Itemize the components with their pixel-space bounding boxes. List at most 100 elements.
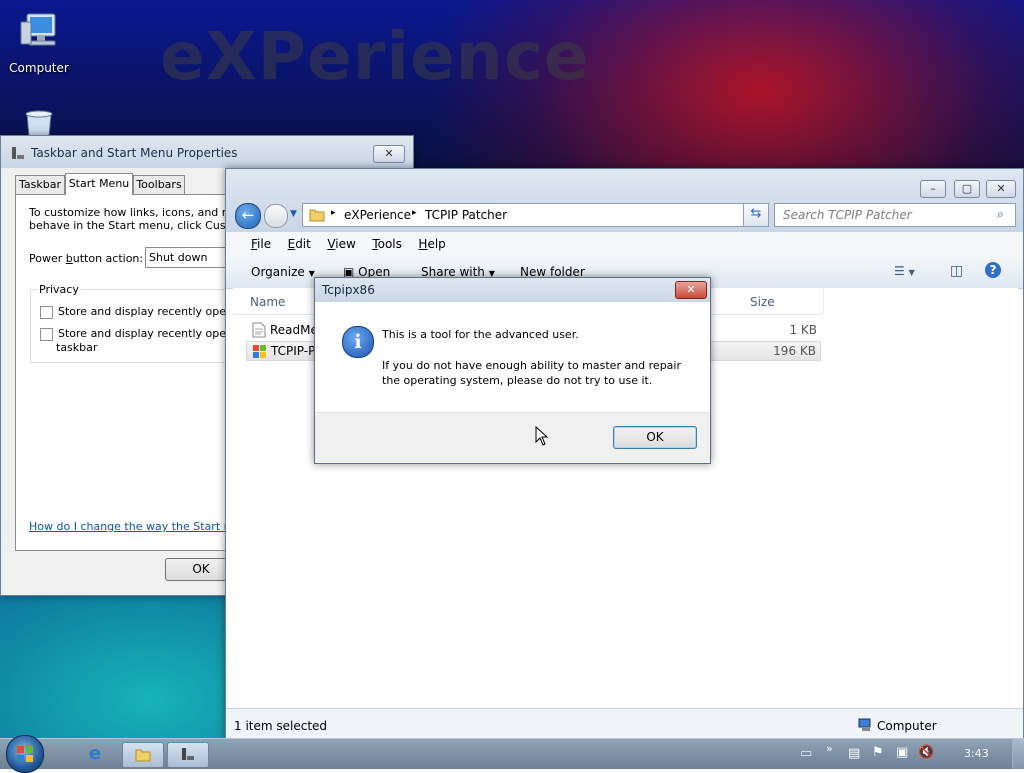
start-button[interactable] (6, 735, 44, 773)
menu-view[interactable]: View (327, 237, 355, 251)
privacy-option-items[interactable]: Store and display recently opened i task… (40, 327, 240, 354)
power-label-post: utton action: (72, 252, 144, 265)
explorer-taskbar-button[interactable] (122, 742, 164, 768)
dialog-close-button[interactable]: ✕ (675, 281, 707, 299)
organize-label: Organize (251, 265, 305, 279)
organize-button[interactable]: Organize ▼ (251, 265, 315, 279)
tab-start-menu[interactable]: Start Menu (65, 173, 133, 195)
breadcrumb-experience[interactable]: eXPerience (344, 208, 411, 222)
menu-view-text: iew (335, 237, 356, 251)
search-box[interactable]: Search TCPIP Patcher ⌕ (774, 203, 1016, 227)
dialog-message-2b: the operating system, please do not try … (382, 374, 653, 387)
maximize-icon: ▢ (961, 182, 973, 195)
internet-explorer-icon: e (89, 743, 102, 764)
dialog-title: Tcpipx86 (322, 283, 375, 297)
properties-app-icon (11, 146, 25, 163)
maximize-button[interactable]: ▢ (954, 180, 980, 198)
help-link[interactable]: How do I change the way the Start menu (29, 520, 241, 533)
message-dialog: Tcpipx86 ✕ i This is a tool for the adva… (314, 277, 711, 464)
desktop-icon-computer[interactable]: Computer (4, 10, 74, 75)
network-computer-icon (858, 718, 873, 735)
dialog-message-2: If you do not have enough ability to mas… (382, 358, 681, 388)
show-hidden-icons[interactable]: » (826, 742, 833, 755)
status-bar: 1 item selected Computer (226, 708, 1023, 739)
checkbox[interactable] (40, 327, 53, 341)
preview-pane-icon[interactable]: ◫ (950, 263, 963, 279)
privacy-option-programs[interactable]: Store and display recently opened p (40, 305, 240, 319)
show-desktop-button[interactable] (1012, 739, 1024, 769)
folder-icon (309, 207, 325, 225)
menu-edit-text: dit (295, 237, 311, 251)
back-button[interactable]: ← (235, 203, 261, 229)
tab-toolbars[interactable]: Toolbars (133, 175, 185, 194)
minimize-icon: – (930, 182, 936, 195)
close-icon: ✕ (384, 147, 394, 160)
menu-file[interactable]: File (251, 237, 271, 251)
dialog-ok-button[interactable]: OK (613, 426, 697, 449)
desktop-watermark: eXPerience (160, 18, 590, 95)
history-dropdown-icon[interactable]: ▼ (290, 209, 297, 219)
column-name[interactable]: Name (250, 295, 285, 309)
checkbox[interactable] (40, 305, 53, 319)
search-placeholder: Search TCPIP Patcher (783, 208, 912, 222)
file-name: ReadMe (270, 323, 318, 337)
desktop-toolbar-icon[interactable]: ▭ (800, 746, 812, 761)
description-line-2: behave in the Start menu, click Customiz… (29, 219, 239, 232)
menu-edit[interactable]: Edit (288, 237, 311, 251)
power-label-mnemonic: b (65, 252, 73, 265)
mouse-cursor-icon (535, 426, 549, 446)
clock[interactable]: 3:43 (964, 747, 989, 760)
power-button-label: Power button action: (29, 252, 143, 265)
dialog-message-1: This is a tool for the advanced user. (382, 328, 579, 341)
close-icon: ✕ (996, 182, 1006, 195)
dialog-footer: OK (315, 412, 710, 463)
close-icon: ✕ (686, 283, 696, 296)
menu-help[interactable]: Help (418, 237, 445, 251)
views-icon[interactable]: ☰ ▼ (894, 264, 915, 278)
minimize-button[interactable]: – (920, 180, 946, 198)
column-size[interactable]: Size (750, 295, 775, 309)
chevron-right-icon: ▸ (412, 208, 417, 218)
back-arrow-icon: ← (241, 206, 255, 224)
file-size: 1 KB (789, 323, 817, 337)
refresh-icon: ⇆ (750, 206, 762, 221)
close-button[interactable]: ✕ (986, 180, 1016, 198)
info-icon: i (342, 326, 374, 358)
close-button[interactable]: ✕ (373, 145, 405, 163)
network-icon[interactable]: ▣ (896, 745, 908, 760)
window-title: Taskbar and Start Menu Properties (31, 146, 238, 160)
privacy-label: Privacy (37, 283, 81, 296)
flag-icon[interactable]: ⚑ (872, 745, 884, 760)
menu-tools-text: ools (377, 237, 402, 251)
text-file-icon (252, 322, 266, 341)
help-icon[interactable]: ? (985, 262, 1001, 278)
description-line-1: To customize how links, icons, and menus… (29, 206, 239, 219)
explorer-chrome: – ▢ ✕ ← ▼ ▸ eXPerience ▸ TCPIP Patcher ▼… (226, 169, 1023, 232)
forward-button[interactable] (264, 204, 288, 228)
file-name: TCPIP-P (271, 344, 316, 358)
dialog-title-bar: Tcpipx86 ✕ (315, 278, 710, 302)
status-selected: 1 item selected (234, 719, 328, 733)
search-icon[interactable]: ⌕ (997, 207, 1004, 222)
menu-tools[interactable]: Tools (372, 237, 402, 251)
chevron-right-icon: ▸ (331, 208, 336, 218)
windows-logo-icon (17, 746, 33, 762)
option-label: Store and display recently opened p (58, 305, 240, 318)
menu-help-text: elp (427, 237, 446, 251)
status-location: Computer (877, 719, 937, 733)
volume-muted-icon[interactable]: 🔇 (918, 745, 934, 760)
address-bar[interactable]: ▸ eXPerience ▸ TCPIP Patcher ▼ (302, 203, 769, 227)
computer-icon (4, 10, 74, 57)
properties-taskbar-button[interactable] (167, 742, 209, 768)
option-label-cont: taskbar (56, 340, 98, 354)
option-label: Store and display recently opened i (58, 327, 240, 340)
menu-bar: File Edit View Tools Help (226, 232, 1023, 256)
internet-explorer-button[interactable]: e (78, 742, 118, 766)
properties-icon (182, 748, 194, 760)
tab-taskbar[interactable]: Taskbar (15, 175, 65, 194)
file-size: 196 KB (773, 344, 816, 358)
title-bar: Taskbar and Start Menu Properties ✕ (1, 136, 413, 168)
action-center-icon[interactable]: ▤ (848, 746, 860, 761)
refresh-button[interactable]: ⇆ (743, 203, 769, 227)
breadcrumb-tcpip-patcher[interactable]: TCPIP Patcher (425, 208, 507, 222)
